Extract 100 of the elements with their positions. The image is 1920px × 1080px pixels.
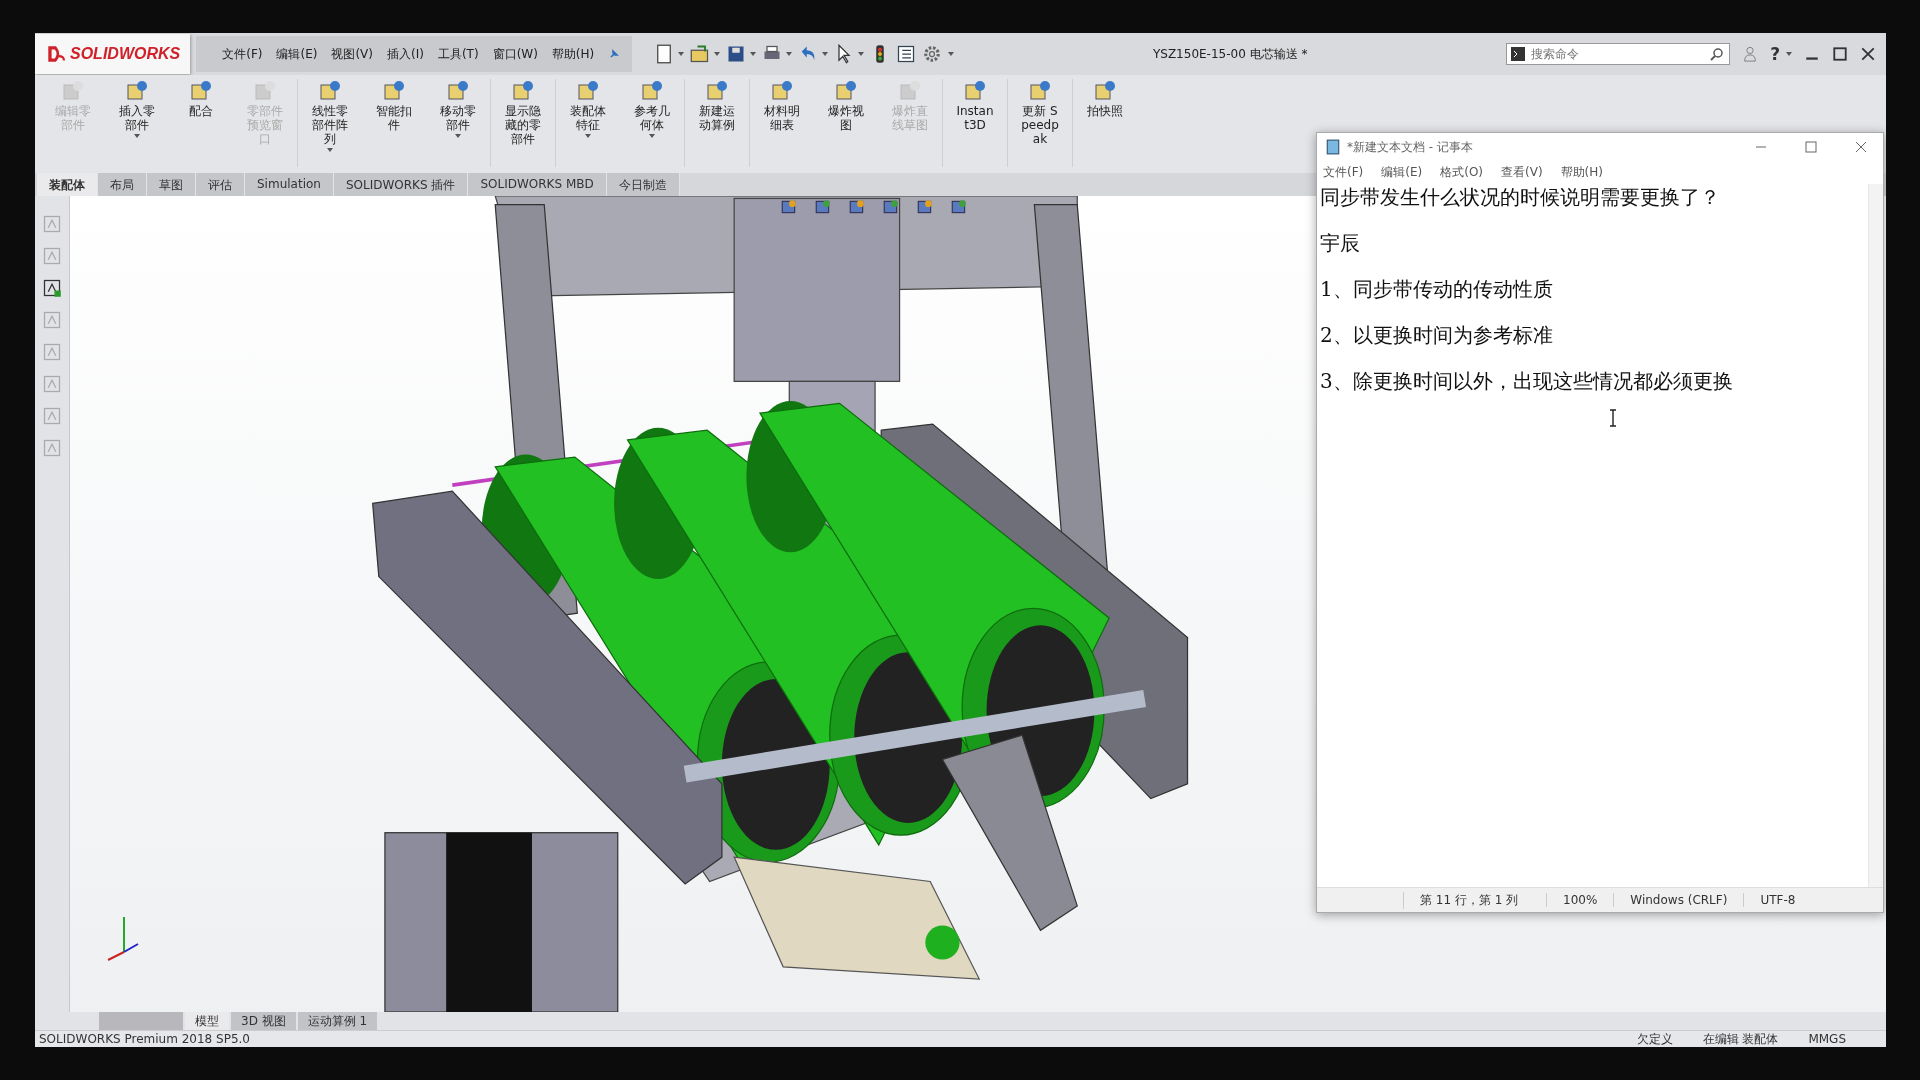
command-tab[interactable]: 评估: [196, 173, 245, 196]
product-version: SOLIDWORKS Premium 2018 SP5.0: [39, 1032, 250, 1046]
scrollbar[interactable]: [1868, 184, 1883, 887]
menu-item[interactable]: 文件(F): [222, 45, 263, 63]
close-icon[interactable]: [1854, 140, 1868, 154]
view-tab[interactable]: 模型: [185, 1012, 229, 1030]
tool-icon: [1028, 79, 1052, 103]
tool-icon: [125, 79, 149, 103]
text-line: 2、以更换时间为参考标准: [1320, 324, 1554, 349]
tool-icon: [189, 79, 213, 103]
command-prompt-icon: [1511, 47, 1526, 61]
status-text: 在编辑 装配体: [1702, 1030, 1779, 1047]
caret-icon[interactable]: [1786, 52, 1792, 56]
view-tool-icon[interactable]: [848, 198, 866, 216]
tool-icon[interactable]: [42, 278, 62, 298]
command-tab[interactable]: SOLIDWORKS 插件: [333, 173, 469, 196]
text-line: 1、同步带传动的传动性质: [1320, 278, 1554, 303]
caret-icon[interactable]: [750, 52, 757, 56]
command-tab[interactable]: Simulation: [245, 173, 334, 196]
menu-item[interactable]: 查看(V): [1501, 164, 1543, 181]
tool-icon: [770, 79, 794, 103]
ribbon-button[interactable]: 更新 Speedpak: [1009, 79, 1071, 146]
command-tab[interactable]: SOLIDWORKS MBD: [468, 173, 607, 196]
search-field[interactable]: 搜索命令: [1506, 43, 1731, 65]
view-tool-icon[interactable]: [916, 198, 934, 216]
tool-icon: [834, 79, 858, 103]
tool-icon: [511, 79, 535, 103]
view-tool-icon[interactable]: [814, 198, 832, 216]
open-folder-icon[interactable]: [690, 44, 711, 64]
close-icon[interactable]: [1860, 46, 1876, 62]
view-tool-icon[interactable]: [950, 198, 968, 216]
caret-icon[interactable]: [585, 134, 591, 138]
text-editor[interactable]: 同步带发生什么状况的时候说明需要更换了？ 宇辰 1、同步带传动的传动性质 2、以更换时间为参考标准 3、除更换时间以外，出现这些情况都必须更换: [1317, 184, 1883, 887]
view-tab[interactable]: 3D 视图: [231, 1012, 296, 1030]
text-line: 宇辰: [1320, 232, 1361, 257]
pin-icon[interactable]: [608, 48, 621, 60]
menu-item[interactable]: 窗口(W): [492, 45, 538, 63]
menu-item[interactable]: 编辑(E): [1381, 164, 1423, 181]
window-title: *新建文本文档 - 记事本: [1347, 138, 1474, 156]
menu-item[interactable]: 格式(O): [1440, 164, 1484, 181]
command-tab[interactable]: 装配体: [37, 173, 98, 196]
caret-icon[interactable]: [714, 52, 721, 56]
tool-icon: [898, 79, 922, 103]
menu-item[interactable]: 视图(V): [331, 45, 373, 63]
status-text: 欠定义: [1636, 1030, 1673, 1047]
save-icon[interactable]: [726, 44, 747, 64]
help-button[interactable]: ?: [1770, 44, 1780, 64]
ribbon-button[interactable]: 显示隐藏的零部件: [492, 79, 554, 146]
ribbon-button[interactable]: 新建运动算例: [686, 79, 748, 132]
tool-icon: [1093, 79, 1117, 103]
search-icon[interactable]: [1710, 47, 1725, 61]
ribbon-button[interactable]: 移动零部件: [427, 79, 489, 132]
status-text: Windows (CRLF): [1613, 893, 1744, 907]
command-tab[interactable]: 今日制造: [606, 173, 680, 196]
status-text: UTF-8: [1743, 893, 1812, 907]
menu-item[interactable]: 工具(T): [437, 45, 479, 63]
list-icon[interactable]: [896, 44, 917, 64]
ribbon-button[interactable]: 配合: [170, 79, 232, 118]
brand-name: SOLIDWORKS: [70, 45, 181, 63]
caret-icon[interactable]: [786, 52, 793, 56]
status-text: 100%: [1546, 893, 1614, 907]
notepad-icon: [1325, 139, 1341, 155]
ribbon-button[interactable]: 材料明细表: [751, 79, 813, 132]
caret-icon[interactable]: [948, 52, 955, 56]
caret-icon[interactable]: [822, 52, 829, 56]
ribbon-button[interactable]: 装配体特征: [557, 79, 619, 132]
status-text: 第 11 行，第 1 列: [1403, 891, 1546, 909]
menu-item[interactable]: 编辑(E): [276, 45, 318, 63]
document-title: YSZ150E-15-00 电芯输送 *: [1151, 45, 1309, 63]
view-tool-icon[interactable]: [780, 198, 798, 216]
tool-icon: [61, 79, 85, 103]
view-tab[interactable]: 运动算例 1: [297, 1012, 378, 1030]
command-tab[interactable]: 布局: [98, 173, 147, 196]
ribbon-button[interactable]: 拍快照: [1074, 79, 1136, 118]
tool-icon: [705, 79, 729, 103]
tool-icon: [253, 79, 277, 103]
view-tool-icon[interactable]: [882, 198, 900, 216]
settings-icon[interactable]: [922, 44, 943, 64]
ribbon-button[interactable]: 爆炸视图: [815, 79, 877, 132]
maximize-icon[interactable]: [1832, 46, 1848, 62]
caret-icon[interactable]: [455, 134, 461, 138]
caret-icon[interactable]: [678, 52, 685, 56]
menu-item[interactable]: 帮助(H): [551, 45, 595, 63]
menu-item[interactable]: 文件(F): [1323, 164, 1364, 181]
caret-icon[interactable]: [649, 134, 655, 138]
menu-item[interactable]: 帮助(H): [1560, 164, 1603, 181]
status-text: MMGS: [1808, 1032, 1846, 1046]
tool-icon: [576, 79, 600, 103]
ribbon-button[interactable]: 智能扣件: [363, 79, 425, 132]
ribbon-button[interactable]: 插入零部件: [106, 79, 168, 132]
text-line: 同步带发生什么状况的时候说明需要更换了？: [1320, 186, 1721, 211]
ribbon-button[interactable]: Instant3D: [944, 79, 1006, 132]
caret-icon[interactable]: [858, 52, 865, 56]
ribbon-button[interactable]: 线性零部件阵列: [299, 79, 361, 146]
caret-icon[interactable]: [327, 148, 333, 152]
caret-icon[interactable]: [134, 134, 140, 138]
ribbon-button[interactable]: 参考几何体: [621, 79, 683, 132]
menu-item[interactable]: 插入(I): [387, 45, 424, 63]
command-tab[interactable]: 草图: [147, 173, 196, 196]
text-line: 3、除更换时间以外，出现这些情况都必须更换: [1320, 370, 1734, 395]
